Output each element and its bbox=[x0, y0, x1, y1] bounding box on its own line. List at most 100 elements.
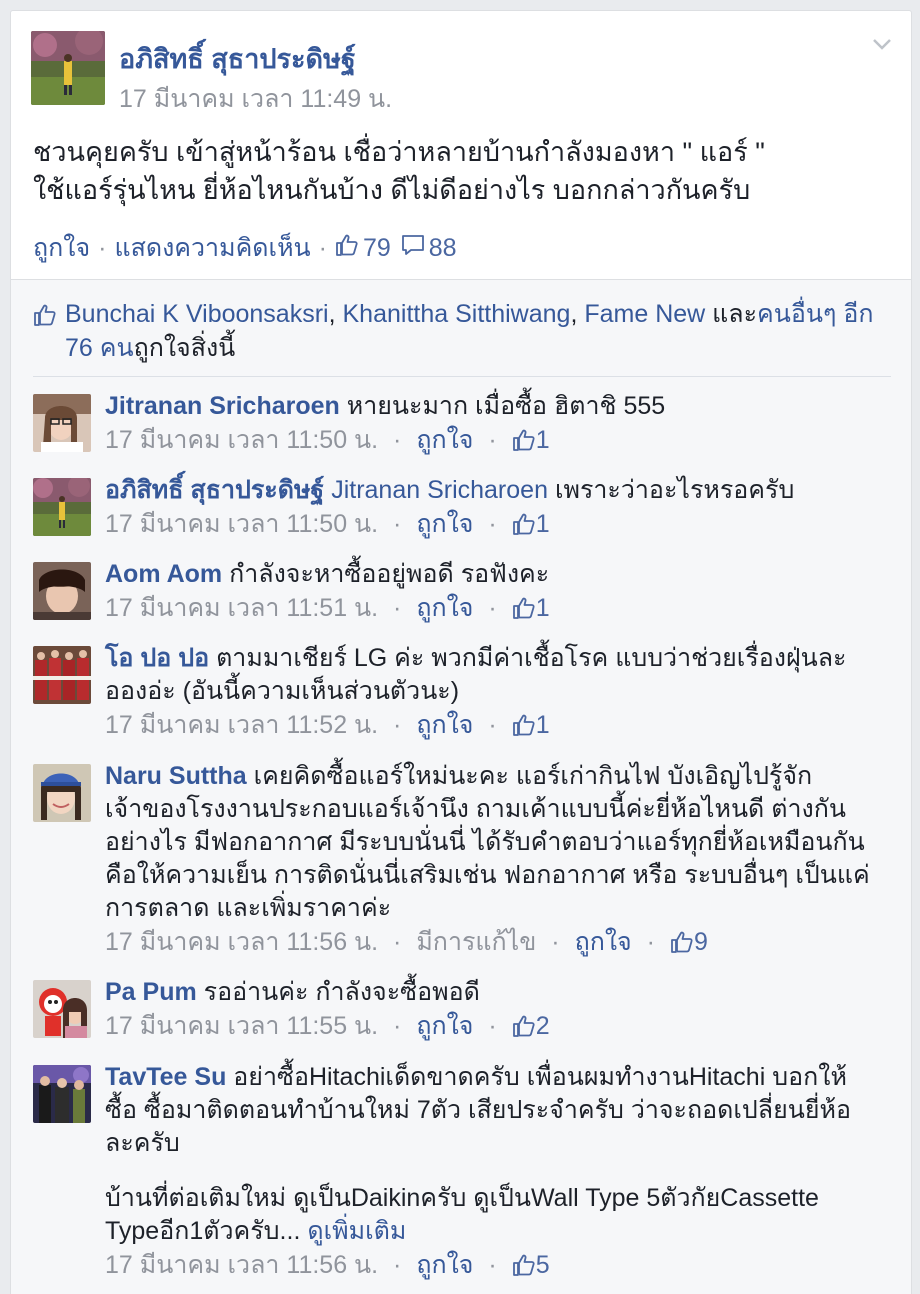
post-text-line: ชวนคุยครับ เข้าสู่หน้าร้อน เชื่อว่าหลายบ… bbox=[33, 137, 765, 167]
comment-like-link[interactable]: ถูกใจ bbox=[575, 928, 632, 956]
comment-meta: 17 มีนาคม เวลา 11:50 น. · ถูกใจ · 1 bbox=[105, 508, 875, 545]
comment-text-paragraph: บ้านที่ต่อเติมใหม่ ดูเป็นDaikinครับ ดูเป… bbox=[105, 1182, 875, 1248]
separator-dot: · bbox=[393, 426, 402, 454]
separator-dot: · bbox=[393, 711, 402, 739]
commenter-avatar[interactable] bbox=[33, 394, 91, 452]
commenter-avatar[interactable] bbox=[33, 764, 91, 822]
author-avatar[interactable] bbox=[31, 31, 105, 105]
separator-dot: · bbox=[551, 928, 560, 956]
comment-meta: 17 มีนาคม เวลา 11:52 น. · ถูกใจ · 1 bbox=[105, 709, 875, 746]
comment-timestamp[interactable]: 17 มีนาคม เวลา 11:56 น. bbox=[105, 1251, 378, 1279]
thumbs-up-icon[interactable] bbox=[512, 1014, 536, 1047]
thumbs-up-icon[interactable] bbox=[512, 713, 536, 746]
comment-timestamp[interactable]: 17 มีนาคม เวลา 11:50 น. bbox=[105, 510, 378, 538]
commenter-avatar[interactable] bbox=[33, 1065, 91, 1123]
commenter-name[interactable]: อภิสิทธิ์ สุธาประดิษฐ์ bbox=[105, 476, 324, 504]
thumbs-up-icon[interactable] bbox=[512, 1253, 536, 1286]
comment-bubble-icon[interactable] bbox=[401, 233, 425, 264]
comment-timestamp[interactable]: 17 มีนาคม เวลา 11:55 น. bbox=[105, 1012, 378, 1040]
like-link[interactable]: ถูกใจ bbox=[33, 228, 90, 268]
comment-message: ตามมาเชียร์ LG ค่ะ พวกมีค่าเชื้อโรค แบบว… bbox=[105, 644, 847, 705]
comment-like-count[interactable]: 1 bbox=[536, 426, 550, 454]
comment-body: อภิสิทธิ์ สุธาประดิษฐ์ Jitranan Sricharo… bbox=[105, 474, 875, 545]
commenter-name[interactable]: โอ ปอ ปอ bbox=[105, 644, 209, 672]
post-timestamp[interactable]: 17 มีนาคม เวลา 11:49 น. bbox=[119, 79, 392, 119]
comment-message: บ้านที่ต่อเติมใหม่ ดูเป็นDaikinครับ ดูเป… bbox=[105, 1184, 819, 1245]
commenter-avatar[interactable] bbox=[33, 562, 91, 620]
comment-like-link[interactable]: ถูกใจ bbox=[416, 426, 473, 454]
comment-timestamp[interactable]: 17 มีนาคม เวลา 11:50 น. bbox=[105, 426, 378, 454]
commenter-name[interactable]: Pa Pum bbox=[105, 978, 197, 1006]
mentioned-user[interactable]: Jitranan Sricharoen bbox=[331, 476, 548, 504]
like-count[interactable]: 79 bbox=[363, 234, 391, 263]
comment-like-count[interactable]: 1 bbox=[536, 510, 550, 538]
comment-meta: 17 มีนาคม เวลา 11:56 น. · ถูกใจ · 5 bbox=[105, 1249, 875, 1286]
thumbs-up-icon[interactable] bbox=[512, 596, 536, 629]
comment-like-count[interactable]: 5 bbox=[536, 1251, 550, 1279]
separator-dot: · bbox=[393, 1012, 402, 1040]
likes-suffix: ถูกใจสิ่งนี้ bbox=[133, 334, 236, 362]
commenter-name[interactable]: TavTee Su bbox=[105, 1063, 226, 1091]
separator-dot: · bbox=[488, 510, 497, 538]
commenter-avatar[interactable] bbox=[33, 646, 91, 704]
commenter-avatar[interactable] bbox=[33, 980, 91, 1038]
comment-meta: 17 มีนาคม เวลา 11:55 น. · ถูกใจ · 2 bbox=[105, 1010, 875, 1047]
comment-text: อภิสิทธิ์ สุธาประดิษฐ์ Jitranan Sricharo… bbox=[105, 474, 875, 507]
liker-name[interactable]: Fame New bbox=[584, 300, 705, 328]
comment-timestamp[interactable]: 17 มีนาคม เวลา 11:52 น. bbox=[105, 711, 378, 739]
comment-like-count[interactable]: 2 bbox=[536, 1012, 550, 1040]
commenter-name[interactable]: Naru Suttha bbox=[105, 762, 247, 790]
separator-dot: · bbox=[98, 233, 107, 262]
separator-dot: · bbox=[393, 1251, 402, 1279]
comma: , bbox=[570, 300, 585, 328]
comment-like-count[interactable]: 1 bbox=[536, 594, 550, 622]
edited-label[interactable]: มีการแก้ไข bbox=[416, 928, 536, 956]
comment-like-link[interactable]: ถูกใจ bbox=[416, 1012, 473, 1040]
commenter-avatar[interactable] bbox=[33, 478, 91, 536]
post-action-bar: ถูกใจ · แสดงความคิดเห็น · 79 88 bbox=[33, 231, 457, 265]
commenter-name[interactable]: Aom Aom bbox=[105, 560, 222, 588]
comment-message: รออ่านค่ะ กำลังจะซื้อพอดี bbox=[203, 978, 480, 1006]
separator-dot: · bbox=[393, 594, 402, 622]
comment-body: Aom Aom กำลังจะหาซื้ออยู่พอดี รอฟังคะ 17… bbox=[105, 558, 875, 629]
liker-name[interactable]: Khanittha Sitthiwang bbox=[343, 300, 571, 328]
comment-link[interactable]: แสดงความคิดเห็น bbox=[114, 228, 310, 268]
comment-meta: 17 มีนาคม เวลา 11:56 น. · มีการแก้ไข · ถ… bbox=[105, 926, 875, 963]
comment-timestamp[interactable]: 17 มีนาคม เวลา 11:56 น. bbox=[105, 928, 378, 956]
comment-like-link[interactable]: ถูกใจ bbox=[416, 510, 473, 538]
comment-count[interactable]: 88 bbox=[429, 234, 457, 263]
divider bbox=[33, 376, 891, 377]
comment-body: Jitranan Sricharoen หายนะมาก เมื่อซื้อ ฮ… bbox=[105, 390, 875, 461]
thumbs-up-icon[interactable] bbox=[670, 930, 694, 963]
comment-text: Jitranan Sricharoen หายนะมาก เมื่อซื้อ ฮ… bbox=[105, 390, 875, 423]
comment-like-count[interactable]: 1 bbox=[536, 711, 550, 739]
comment-message: กำลังจะหาซื้ออยู่พอดี รอฟังคะ bbox=[229, 560, 550, 588]
see-more-link[interactable]: ดูเพิ่มเติม bbox=[307, 1217, 406, 1245]
comment-body: Naru Suttha เคยคิดซื้อแอร์ใหม่นะคะ แอร์เ… bbox=[105, 760, 875, 963]
comment-message: เพราะว่าอะไรหรอครับ bbox=[554, 476, 795, 504]
thumbs-up-icon[interactable] bbox=[335, 233, 359, 264]
thumbs-up-icon[interactable] bbox=[512, 428, 536, 461]
comment-like-link[interactable]: ถูกใจ bbox=[416, 594, 473, 622]
separator-dot: · bbox=[488, 426, 497, 454]
comment-like-link[interactable]: ถูกใจ bbox=[416, 711, 473, 739]
separator-dot: · bbox=[488, 711, 497, 739]
comment-text: Aom Aom กำลังจะหาซื้ออยู่พอดี รอฟังคะ bbox=[105, 558, 875, 591]
comment-text: Pa Pum รออ่านค่ะ กำลังจะซื้อพอดี bbox=[105, 976, 875, 1009]
likes-summary: Bunchai K Viboonsaksri, Khanittha Sitthi… bbox=[33, 297, 893, 365]
comment-meta: 17 มีนาคม เวลา 11:50 น. · ถูกใจ · 1 bbox=[105, 424, 875, 461]
comment-meta: 17 มีนาคม เวลา 11:51 น. · ถูกใจ · 1 bbox=[105, 592, 875, 629]
separator-dot: · bbox=[488, 1251, 497, 1279]
and-text: และ bbox=[712, 300, 758, 328]
comment-timestamp[interactable]: 17 มีนาคม เวลา 11:51 น. bbox=[105, 594, 378, 622]
commenter-name[interactable]: Jitranan Sricharoen bbox=[105, 392, 340, 420]
separator-dot: · bbox=[393, 928, 402, 956]
comment-message: หายนะมาก เมื่อซื้อ ฮิตาชิ 555 bbox=[346, 392, 666, 420]
liker-name[interactable]: Bunchai K Viboonsaksri bbox=[65, 300, 329, 328]
thumbs-up-icon[interactable] bbox=[512, 512, 536, 545]
comment-like-count[interactable]: 9 bbox=[694, 928, 708, 956]
chevron-down-icon[interactable] bbox=[871, 33, 893, 55]
post-author-name[interactable]: อภิสิทธิ์ สุธาประดิษฐ์ bbox=[119, 37, 356, 80]
comment-like-link[interactable]: ถูกใจ bbox=[416, 1251, 473, 1279]
comment-text: โอ ปอ ปอ ตามมาเชียร์ LG ค่ะ พวกมีค่าเชื้… bbox=[105, 642, 875, 708]
